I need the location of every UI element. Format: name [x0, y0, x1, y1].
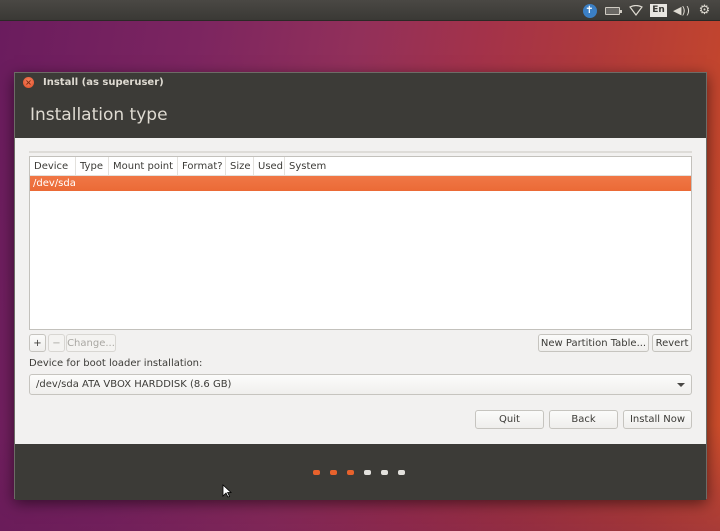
quit-button[interactable]: Quit: [475, 410, 544, 429]
indicator-area: ✝ En ◀)) ⚙: [578, 2, 716, 19]
progress-step-dot: [330, 470, 337, 475]
boot-loader-device-select[interactable]: /dev/sda ATA VBOX HARDDISK (8.6 GB): [29, 374, 692, 395]
battery-icon: [605, 6, 622, 15]
accessibility-icon: ✝: [582, 3, 597, 18]
window-titlebar[interactable]: × Install (as superuser): [15, 73, 706, 91]
new-partition-table-button[interactable]: New Partition Table...: [538, 334, 649, 352]
install-now-button[interactable]: Install Now: [623, 410, 692, 429]
mouse-cursor-icon: [222, 484, 232, 498]
column-header-size[interactable]: Size: [226, 157, 254, 175]
wifi-icon: [628, 5, 643, 16]
settings-gear-icon: ⚙: [698, 3, 711, 18]
progress-steps: [313, 470, 405, 475]
plus-icon: +: [33, 337, 42, 349]
installer-footer: [15, 444, 706, 500]
change-partition-button[interactable]: Change...: [66, 334, 116, 352]
system-menu-indicator[interactable]: ⚙: [693, 2, 716, 19]
close-icon: ×: [25, 77, 32, 87]
divider: [29, 151, 692, 153]
content-area: Device Type Mount point Format? Size Use…: [15, 138, 706, 444]
partition-table[interactable]: Device Type Mount point Format? Size Use…: [29, 156, 692, 330]
progress-step-dot: [398, 470, 405, 475]
revert-button[interactable]: Revert: [652, 334, 692, 352]
column-header-mount-point[interactable]: Mount point: [109, 157, 178, 175]
volume-icon: ◀)): [672, 4, 691, 17]
top-panel: ✝ En ◀)) ⚙: [0, 0, 720, 21]
table-row[interactable]: /dev/sda: [30, 176, 691, 191]
boot-loader-label: Device for boot loader installation:: [29, 358, 203, 369]
back-button[interactable]: Back: [549, 410, 618, 429]
progress-step-dot: [381, 470, 388, 475]
minus-icon: −: [52, 337, 61, 349]
column-header-device[interactable]: Device: [30, 157, 76, 175]
accessibility-indicator[interactable]: ✝: [578, 2, 601, 19]
volume-indicator[interactable]: ◀)): [670, 2, 693, 19]
network-indicator[interactable]: [624, 2, 647, 19]
remove-partition-button[interactable]: −: [48, 334, 65, 352]
dropdown-arrow-icon: [677, 383, 685, 387]
window-title: Install (as superuser): [43, 76, 164, 88]
table-header: Device Type Mount point Format? Size Use…: [30, 157, 691, 176]
column-header-used[interactable]: Used: [254, 157, 285, 175]
boot-loader-selected-value: /dev/sda ATA VBOX HARDDISK (8.6 GB): [36, 379, 232, 390]
column-header-format[interactable]: Format?: [178, 157, 226, 175]
device-cell: /dev/sda: [33, 178, 76, 189]
column-header-system[interactable]: System: [285, 157, 691, 175]
progress-step-dot: [313, 470, 320, 475]
battery-indicator[interactable]: [601, 2, 624, 19]
installer-window: × Install (as superuser) Installation ty…: [14, 72, 707, 500]
add-partition-button[interactable]: +: [29, 334, 46, 352]
page-title: Installation type: [30, 105, 168, 125]
keyboard-layout-indicator[interactable]: En: [647, 2, 670, 19]
keyboard-layout-label: En: [650, 4, 667, 17]
progress-step-dot: [347, 470, 354, 475]
close-window-button[interactable]: ×: [23, 76, 34, 88]
column-header-type[interactable]: Type: [76, 157, 109, 175]
progress-step-dot: [364, 470, 371, 475]
